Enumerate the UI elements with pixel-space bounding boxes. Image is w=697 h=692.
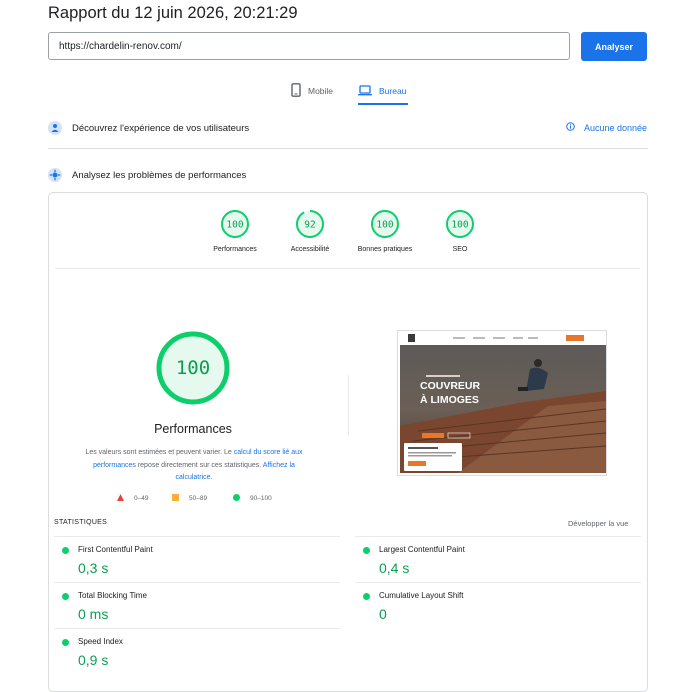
legend-pass: 90–100 xyxy=(233,494,272,503)
metric-lcp-value: 0,4 s xyxy=(379,560,410,576)
pass-indicator-icon xyxy=(363,593,370,600)
metric-tbt-value: 0 ms xyxy=(78,606,109,622)
diagnostics-icon xyxy=(48,168,62,182)
metric-cls-name: Cumulative Layout Shift xyxy=(379,591,464,600)
circle-icon xyxy=(233,494,240,503)
report-title: Rapport du 12 juin 2026, 20:21:29 xyxy=(48,4,298,22)
metric-divider xyxy=(54,536,340,537)
square-icon xyxy=(172,494,179,503)
gauge-screenshot-divider xyxy=(348,375,349,435)
user-experience-label: Découvrez l'expérience de vos utilisateu… xyxy=(72,122,250,134)
metric-divider xyxy=(54,582,340,583)
metric-tbt-name: Total Blocking Time xyxy=(78,591,147,600)
main-performance-gauge: 100 xyxy=(155,330,231,406)
analyze-button[interactable]: Analyser xyxy=(581,32,647,61)
smartphone-icon xyxy=(291,83,301,99)
main-gauge-title: Performances xyxy=(154,422,232,436)
metric-divider xyxy=(355,582,641,583)
pass-indicator-icon xyxy=(62,547,69,554)
active-tab-indicator xyxy=(358,103,408,105)
metric-cls-value: 0 xyxy=(379,606,387,622)
metric-divider xyxy=(355,536,641,537)
legend-pass-range: 90–100 xyxy=(250,495,272,502)
gauges-divider xyxy=(55,268,640,269)
gauge-accessibility[interactable]: 92 xyxy=(295,209,325,244)
gauge-performance[interactable]: 100 xyxy=(220,209,250,244)
metric-fcp-name: First Contentful Paint xyxy=(78,545,153,554)
no-data-label: Aucune donnée xyxy=(584,122,648,133)
score-description-text-2: repose directement sur ces statistiques. xyxy=(135,461,263,469)
page-screenshot-image: COUVREUR À LIMOGES xyxy=(398,331,606,473)
legend-fail-range: 0–49 xyxy=(134,495,149,502)
gauge-best-practices-score: 100 xyxy=(376,220,393,231)
triangle-icon xyxy=(117,494,124,503)
metric-speed-index-value: 0,9 s xyxy=(78,652,109,668)
gauge-best-practices[interactable]: 100 xyxy=(370,209,400,244)
gauge-performance-score: 100 xyxy=(226,220,243,231)
thumbnail-headline-2: À LIMOGES xyxy=(420,393,479,406)
info-icon xyxy=(566,122,575,133)
metric-divider xyxy=(54,628,340,629)
pass-indicator-icon xyxy=(62,639,69,646)
metric-lcp-name: Largest Contentful Paint xyxy=(379,545,465,554)
tab-mobile-label: Mobile xyxy=(308,86,334,96)
users-icon xyxy=(48,121,62,135)
score-description: Les valeurs sont estimées et peuvent var… xyxy=(80,447,308,485)
laptop-icon xyxy=(358,84,372,98)
legend-average: 50–89 xyxy=(172,494,207,503)
performance-section: Analysez les problèmes de performances xyxy=(48,165,648,185)
performance-section-label: Analysez les problèmes de performances xyxy=(72,169,247,181)
legend-fail: 0–49 xyxy=(117,494,148,503)
score-description-text-1: Les valeurs sont estimées et peuvent var… xyxy=(85,449,234,456)
pass-indicator-icon xyxy=(363,547,370,554)
stats-label: STATISTIQUES xyxy=(54,519,108,526)
main-gauge-score: 100 xyxy=(176,357,210,379)
tab-desktop[interactable]: Bureau xyxy=(358,80,406,102)
thumbnail-headline-1: COUVREUR xyxy=(420,380,481,392)
legend-average-range: 50–89 xyxy=(189,495,208,502)
tab-mobile[interactable]: Mobile xyxy=(291,80,333,102)
tab-desktop-label: Bureau xyxy=(379,86,407,96)
gauge-seo-label: SEO xyxy=(452,246,468,253)
url-input[interactable] xyxy=(48,32,570,60)
metric-fcp-value: 0,3 s xyxy=(78,560,109,576)
pass-indicator-icon xyxy=(62,593,69,600)
gauge-accessibility-score: 92 xyxy=(304,220,315,231)
gauge-seo-score: 100 xyxy=(451,220,468,231)
expand-view-toggle[interactable]: Développer la vue xyxy=(568,519,628,528)
gauge-seo[interactable]: 100 xyxy=(445,209,475,244)
metric-speed-index-name: Speed Index xyxy=(78,637,123,646)
page-screenshot: COUVREUR À LIMOGES xyxy=(397,330,607,476)
section-divider xyxy=(48,148,648,149)
user-experience-section: Découvrez l'expérience de vos utilisateu… xyxy=(48,118,648,138)
no-data-link[interactable]: Aucune donnée xyxy=(566,122,647,133)
